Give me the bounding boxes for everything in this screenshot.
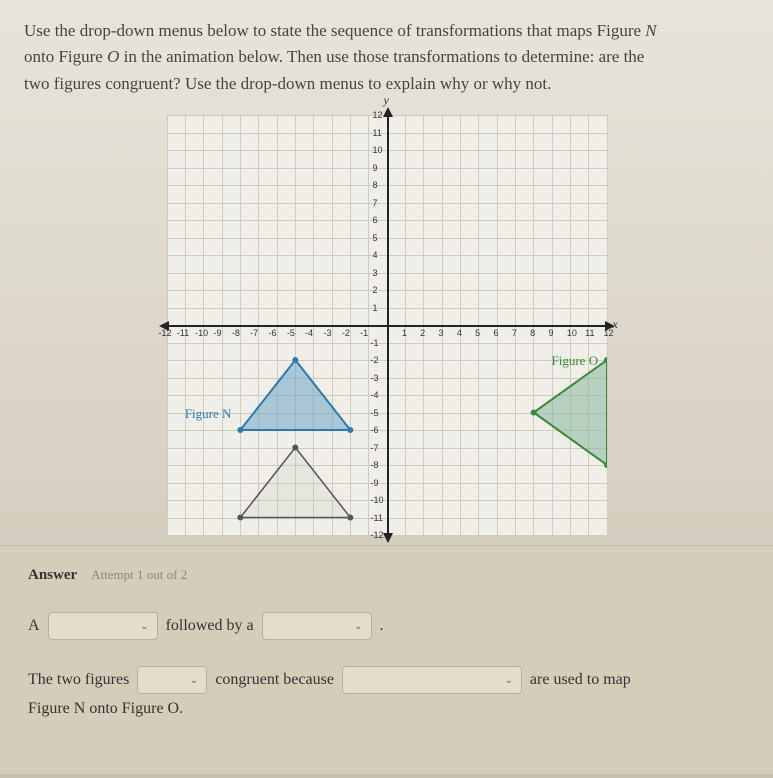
answer-sentence-2: The two figures ⌄ congruent because ⌄ ar… — [28, 666, 745, 694]
figure-o-label: Figure O — [552, 353, 599, 369]
chevron-down-icon: ⌄ — [140, 621, 148, 632]
text-period: . — [380, 617, 384, 635]
chevron-down-icon: ⌄ — [354, 621, 362, 632]
transformation-2-dropdown[interactable]: ⌄ — [262, 612, 372, 640]
attempt-counter: Attempt 1 out of 2 — [91, 567, 187, 582]
text-map-statement: Figure N onto Figure O. — [28, 700, 183, 718]
answer-sentence-3: Figure N onto Figure O. — [28, 700, 745, 718]
answer-label: Answer — [28, 567, 77, 583]
transformation-1-dropdown[interactable]: ⌄ — [48, 612, 158, 640]
q-text-2c: in the animation below. Then use those t… — [119, 47, 644, 66]
q-text-2a: onto Figure — [24, 47, 107, 66]
answer-section: Answer Attempt 1 out of 2 A ⌄ followed b… — [0, 545, 773, 774]
congruent-dropdown[interactable]: ⌄ — [137, 666, 207, 694]
figure-o-ref: O — [107, 47, 119, 66]
answer-header: Answer Attempt 1 out of 2 — [28, 566, 745, 584]
q-text-3: two figures congruent? Use the drop-down… — [24, 74, 551, 93]
text-a: A — [28, 617, 40, 635]
coordinate-plane: 121110987654321-1-2-3-4-5-6-7-8-9-10-11-… — [167, 115, 607, 535]
text-congruent-because: congruent because — [215, 671, 334, 689]
reason-dropdown[interactable]: ⌄ — [342, 666, 522, 694]
question-text: Use the drop-down menus below to state t… — [0, 0, 773, 105]
q-text-1: Use the drop-down menus below to state t… — [24, 21, 645, 40]
answer-sentence-1: A ⌄ followed by a ⌄ . — [28, 612, 745, 640]
chevron-down-icon: ⌄ — [190, 675, 198, 686]
figure-n-ref: N — [645, 21, 656, 40]
text-two-figures: The two figures — [28, 671, 129, 689]
text-are-used: are used to map — [530, 671, 631, 689]
figure-n-label: Figure N — [185, 406, 232, 422]
graph-container: 121110987654321-1-2-3-4-5-6-7-8-9-10-11-… — [0, 105, 773, 539]
text-followed-by: followed by a — [166, 617, 254, 635]
chevron-down-icon: ⌄ — [505, 675, 513, 686]
